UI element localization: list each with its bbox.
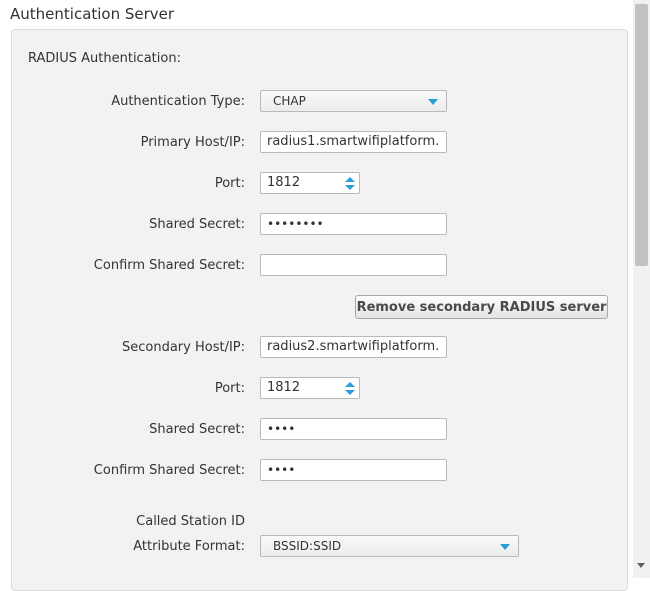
secondary-secret-input[interactable]: •••• xyxy=(260,418,447,440)
chevron-down-icon xyxy=(500,544,510,550)
scroll-down-icon[interactable] xyxy=(637,563,645,568)
primary-secret-input[interactable]: •••••••• xyxy=(260,213,447,235)
secondary-secret-label: Shared Secret: xyxy=(149,422,245,437)
primary-confirm-input[interactable] xyxy=(260,254,447,276)
primary-confirm-label: Confirm Shared Secret: xyxy=(93,258,245,273)
secondary-port-stepper[interactable]: 1812 xyxy=(260,377,360,399)
increment-icon[interactable] xyxy=(345,177,355,182)
remove-secondary-radius-button[interactable]: Remove secondary RADIUS server xyxy=(355,295,608,319)
primary-port-stepper[interactable]: 1812 xyxy=(260,172,360,194)
secondary-host-label: Secondary Host/IP: xyxy=(121,340,245,355)
auth-type-value: CHAP xyxy=(273,94,306,108)
scroll-thumb[interactable] xyxy=(635,4,648,266)
chevron-down-icon xyxy=(428,99,438,105)
secondary-confirm-label: Confirm Shared Secret: xyxy=(93,463,245,478)
called-station-label-line2: Attribute Format: xyxy=(133,539,245,554)
primary-port-value: 1812 xyxy=(267,175,301,190)
secondary-confirm-input[interactable]: •••• xyxy=(260,459,447,481)
primary-secret-label: Shared Secret: xyxy=(149,217,245,232)
called-station-format-value: BSSID:SSID xyxy=(273,539,342,553)
called-station-label-line1: Called Station ID xyxy=(136,514,245,529)
primary-host-input[interactable]: radius1.smartwifiplatform. xyxy=(260,131,447,153)
panel-title: RADIUS Authentication: xyxy=(28,51,181,66)
auth-type-select[interactable]: CHAP xyxy=(260,90,447,112)
increment-icon[interactable] xyxy=(345,382,355,387)
secondary-host-input[interactable]: radius2.smartwifiplatform. xyxy=(260,336,447,358)
primary-port-label: Port: xyxy=(214,176,245,191)
called-station-format-select[interactable]: BSSID:SSID xyxy=(260,535,519,557)
auth-type-label: Authentication Type: xyxy=(111,94,245,109)
decrement-icon[interactable] xyxy=(345,390,355,395)
section-title: Authentication Server xyxy=(10,5,175,23)
secondary-port-label: Port: xyxy=(214,381,245,396)
primary-host-label: Primary Host/IP: xyxy=(140,135,245,150)
secondary-port-value: 1812 xyxy=(267,380,301,395)
vertical-scrollbar[interactable] xyxy=(633,0,650,578)
decrement-icon[interactable] xyxy=(345,185,355,190)
